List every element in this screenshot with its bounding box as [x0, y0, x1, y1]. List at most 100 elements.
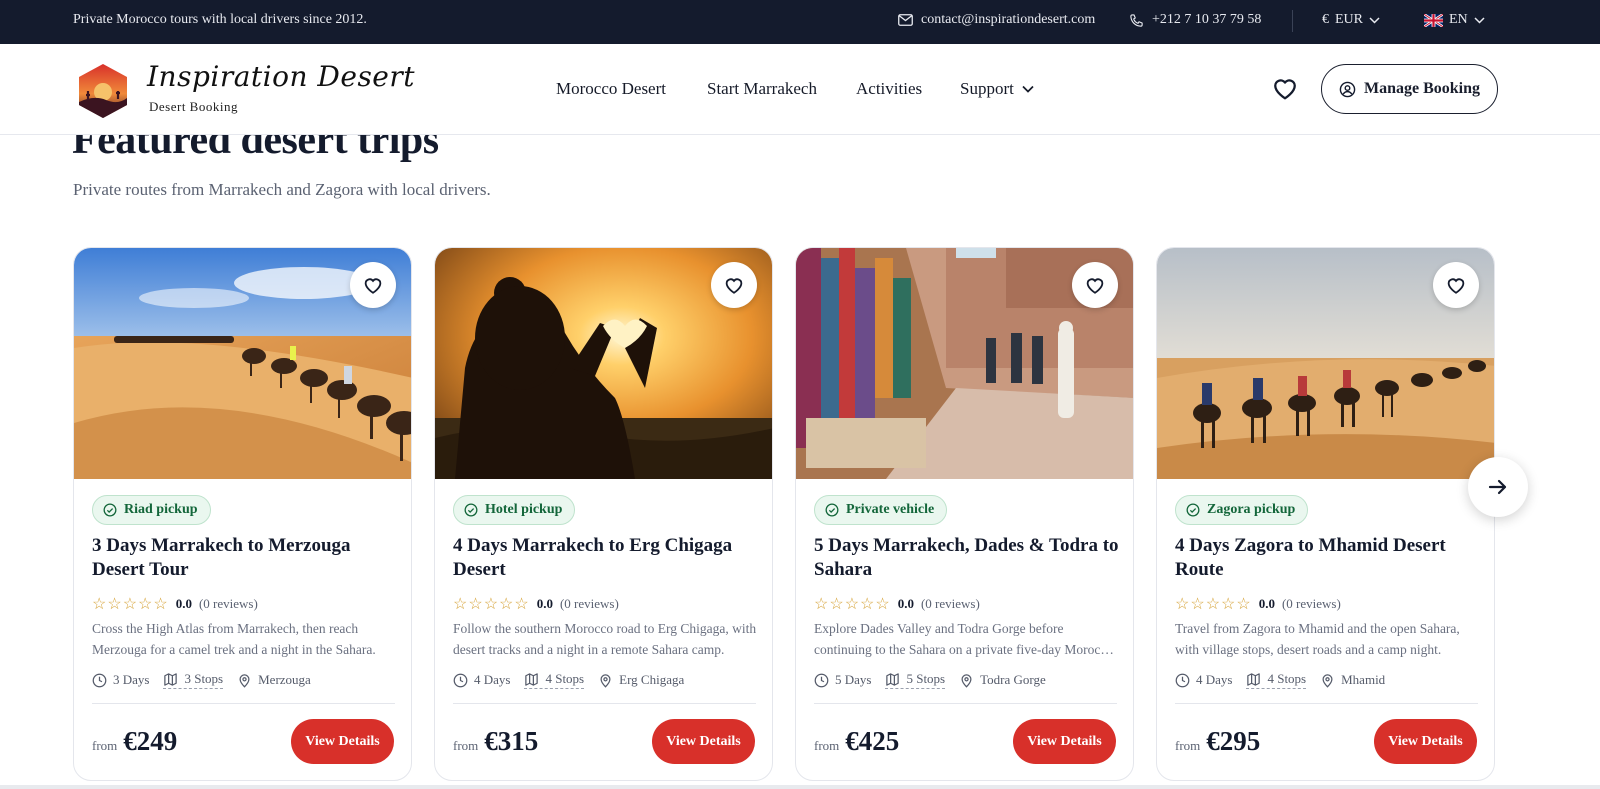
price: from €425 — [814, 726, 899, 757]
nav-start-marrakech[interactable]: Start Marrakech — [707, 79, 817, 99]
carousel-next-button[interactable] — [1468, 457, 1528, 517]
description-line: desert tracks and a night in a remote Sa… — [453, 642, 725, 657]
manage-booking-label: Manage Booking — [1363, 80, 1480, 97]
pickup-badge: Hotel pickup — [453, 495, 576, 525]
chevron-down-icon — [1022, 85, 1034, 93]
tour-title[interactable]: 3 Days Marrakech to Merzouga Desert Tour — [92, 534, 397, 582]
price-prefix: from — [814, 738, 840, 753]
tour-title[interactable]: 5 Days Marrakech, Dades & Todra to Sahar… — [814, 534, 1119, 582]
wishlist-button[interactable] — [1272, 76, 1298, 100]
logo[interactable] — [76, 62, 130, 120]
tour-card[interactable]: Private vehicle 5 Days Marrakech, Dades … — [795, 247, 1134, 781]
uk-flag-icon — [1424, 13, 1443, 27]
review-count: (0 reviews) — [198, 596, 258, 611]
location: Merzouga — [237, 672, 311, 688]
duration-label: 5 Days — [835, 672, 872, 687]
map-pin-icon — [600, 673, 611, 688]
vehicle-badge: Private vehicle — [814, 495, 948, 525]
nav-morocco-desert[interactable]: Morocco Desert — [556, 79, 666, 99]
language-selector[interactable]: EN — [1424, 12, 1485, 28]
location: Mhamid — [1320, 672, 1385, 688]
location-label: Mhamid — [1341, 672, 1386, 687]
nav-support[interactable]: Support — [960, 79, 1034, 99]
map-icon — [886, 672, 900, 686]
clock-icon — [1175, 673, 1190, 687]
divider — [453, 703, 756, 704]
stops[interactable]: 3 Stops — [163, 671, 224, 689]
price: from €295 — [1175, 726, 1260, 757]
badge-label: Riad pickup — [124, 502, 198, 517]
tour-card[interactable]: Riad pickup 3 Days Marrakech to Merzouga… — [73, 247, 412, 781]
email-text: contact@inspirationdesert.com — [921, 12, 1096, 27]
manage-booking-button[interactable]: Manage Booking — [1321, 64, 1498, 114]
currency-selector[interactable]: € EUR — [1322, 12, 1380, 28]
favorite-button[interactable] — [350, 262, 396, 308]
favorite-button[interactable] — [1072, 262, 1118, 308]
main-header: Inspiration Desert Desert Booking Morocc… — [0, 44, 1600, 135]
pickup-badge: Zagora pickup — [1175, 495, 1309, 525]
location-label: Merzouga — [258, 672, 311, 687]
tour-description: Travel from Zagora to Mhamid and the ope… — [1175, 618, 1480, 660]
favorite-button[interactable] — [711, 262, 757, 308]
price-amount: €249 — [123, 726, 178, 756]
tour-meta: 3 Days 3 Stops Merzouga — [92, 671, 311, 689]
phone-text: +212 7 10 37 79 58 — [1152, 12, 1262, 27]
view-details-button[interactable]: View Details — [652, 719, 755, 764]
description-line: Explore Dades Valley and Todra Gorge bef… — [814, 621, 1064, 636]
map-pin-icon — [1322, 673, 1333, 688]
divider — [92, 703, 395, 704]
location-label: Todra Gorge — [980, 672, 1046, 687]
duration: 5 Days — [814, 672, 871, 688]
check-circle-icon — [464, 503, 478, 517]
rating-score: 0.0 — [1258, 596, 1275, 611]
rating-score: 0.0 — [536, 596, 553, 611]
rating: ☆☆☆☆☆ 0.0 (0 reviews) — [453, 594, 619, 614]
duration-label: 3 Days — [113, 672, 150, 687]
brand-subtitle: Desert Booking — [149, 99, 238, 114]
nav-activities[interactable]: Activities — [856, 79, 922, 99]
arrow-right-icon — [1488, 479, 1507, 495]
page-bottom-edge — [0, 785, 1600, 789]
review-count: (0 reviews) — [1281, 596, 1341, 611]
currency-symbol: € — [1322, 12, 1329, 27]
favorite-button[interactable] — [1433, 262, 1479, 308]
tour-card[interactable]: Hotel pickup 4 Days Marrakech to Erg Chi… — [434, 247, 773, 781]
chevron-down-icon — [1474, 16, 1485, 24]
divider — [814, 703, 1117, 704]
price-prefix: from — [92, 738, 118, 753]
tour-meta: 5 Days 5 Stops Todra Gorge — [814, 671, 1046, 689]
description-line: Follow the southern Morocco road to Erg … — [453, 621, 757, 636]
map-icon — [1247, 672, 1261, 686]
rating-score: 0.0 — [175, 596, 192, 611]
stops[interactable]: 4 Stops — [1246, 671, 1307, 689]
badge-label: Zagora pickup — [1207, 502, 1296, 517]
check-circle-icon — [103, 503, 117, 517]
heart-icon — [1447, 278, 1465, 294]
tour-description: Follow the southern Morocco road to Erg … — [453, 618, 758, 660]
tour-title[interactable]: 4 Days Marrakech to Erg Chigaga Desert — [453, 534, 758, 582]
phone-icon — [1130, 13, 1143, 27]
description-line: Merzouga for a camel trek and a night in… — [92, 642, 376, 657]
view-details-button[interactable]: View Details — [1374, 719, 1477, 764]
email-link[interactable]: contact@inspirationdesert.com — [898, 12, 1095, 28]
brand-name[interactable]: Inspiration Desert — [147, 60, 415, 93]
mail-icon — [898, 14, 913, 26]
stops[interactable]: 5 Stops — [885, 671, 946, 689]
tagline: Private Morocco tours with local drivers… — [73, 12, 367, 27]
rating: ☆☆☆☆☆ 0.0 (0 reviews) — [1175, 594, 1341, 614]
duration: 4 Days — [1175, 672, 1232, 688]
map-icon — [525, 672, 539, 686]
location: Erg Chigaga — [598, 672, 684, 688]
tour-meta: 4 Days 4 Stops Mhamid — [1175, 671, 1385, 689]
view-details-button[interactable]: View Details — [291, 719, 394, 764]
tour-card[interactable]: Zagora pickup 4 Days Zagora to Mhamid De… — [1156, 247, 1495, 781]
tour-title[interactable]: 4 Days Zagora to Mhamid Desert Route — [1175, 534, 1480, 582]
phone-link[interactable]: +212 7 10 37 79 58 — [1129, 12, 1261, 28]
review-count: (0 reviews) — [920, 596, 980, 611]
stops[interactable]: 4 Stops — [524, 671, 585, 689]
description-line: Cross the High Atlas from Marrakech, the… — [92, 621, 359, 636]
price: from €249 — [92, 726, 177, 757]
badge-label: Private vehicle — [846, 502, 935, 517]
view-details-button[interactable]: View Details — [1013, 719, 1116, 764]
clock-icon — [92, 673, 107, 687]
